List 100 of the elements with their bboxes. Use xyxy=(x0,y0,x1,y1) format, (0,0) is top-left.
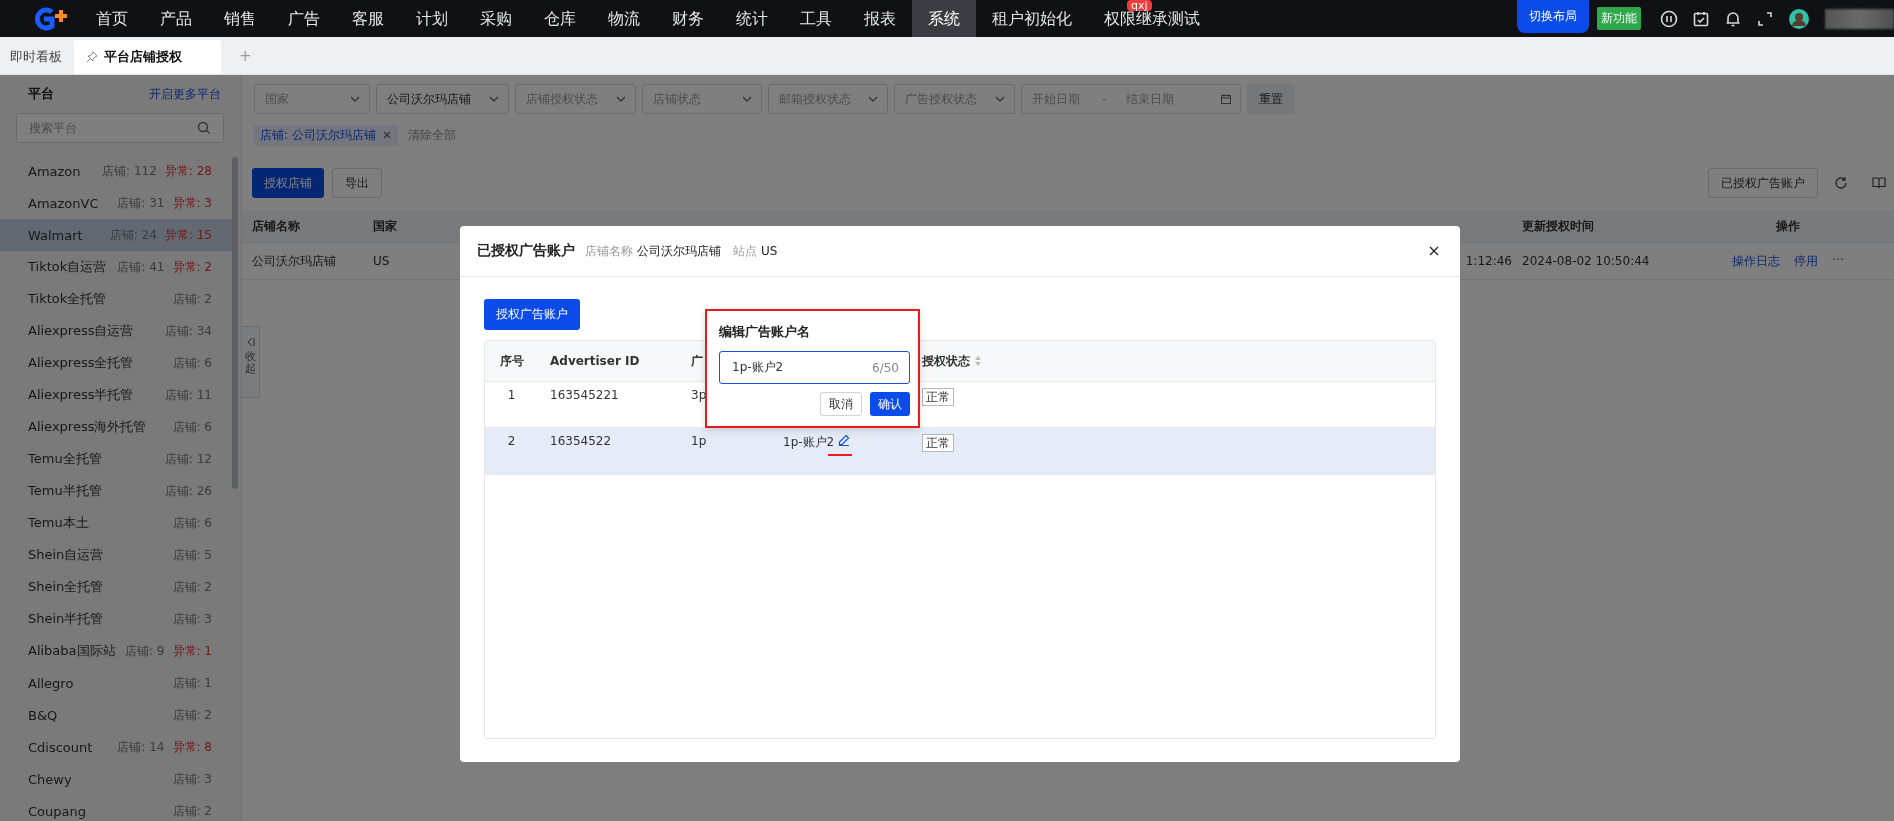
store-count: 店铺: 9 xyxy=(125,642,165,660)
confirm-button[interactable]: 确认 xyxy=(870,392,910,416)
abnormal-count: 异常: 1 xyxy=(172,642,212,660)
field-label: 站点 xyxy=(733,242,757,260)
nav-menu-item[interactable]: 销售 xyxy=(208,0,272,37)
nav-menu-item[interactable]: 系统 xyxy=(912,0,976,37)
collapse-handle[interactable]: 收起 xyxy=(242,326,260,398)
avatar-icon[interactable] xyxy=(1788,7,1810,30)
ad-accounts-button[interactable]: 已授权广告账户 xyxy=(1708,168,1818,198)
platform-item[interactable]: Chewy 店铺: 3 xyxy=(0,763,234,795)
column-header: 店铺名称 xyxy=(251,217,301,235)
filter-select[interactable]: 公司沃尔玛店铺 xyxy=(376,84,509,114)
cancel-button[interactable]: 取消 xyxy=(820,392,862,416)
platform-name: Coupang xyxy=(28,803,87,819)
store-count: 店铺: 14 xyxy=(117,738,165,756)
column-header: 更新授权时间 xyxy=(1521,217,1595,235)
pause-circle-icon[interactable] xyxy=(1660,9,1678,28)
store-count: 店铺: 1 xyxy=(172,674,212,692)
status-tag: 正常 xyxy=(922,388,954,406)
nav-menu-item[interactable]: 产品 xyxy=(144,0,208,37)
platform-item[interactable]: Shein全托管 店铺: 2 xyxy=(0,571,234,603)
platform-item[interactable]: Shein半托管 店铺: 3 xyxy=(0,603,234,635)
action-link[interactable]: 停用 xyxy=(1794,252,1819,270)
nav-menu-item[interactable]: 报表 xyxy=(848,0,912,37)
abnormal-count: 异常: 8 xyxy=(172,738,212,756)
platform-name: Walmart xyxy=(28,227,84,243)
platform-name: Temu本土 xyxy=(28,514,90,532)
store-count: 店铺: 26 xyxy=(164,482,212,500)
table-cell-text: 公司沃尔玛店铺 xyxy=(251,252,337,270)
table-cell-text: 1 xyxy=(506,388,517,402)
book-icon[interactable] xyxy=(1872,176,1886,190)
authorize-store-button[interactable]: 授权店铺 xyxy=(252,168,324,198)
abnormal-count: 异常: 2 xyxy=(172,258,212,276)
nav-menu-item[interactable]: 客服 xyxy=(336,0,400,37)
page-tab[interactable]: 即时看板 xyxy=(0,40,72,74)
action-link[interactable]: ··· xyxy=(1832,252,1844,270)
close-icon[interactable] xyxy=(1428,245,1440,257)
platform-name: Amazon xyxy=(28,163,82,179)
nav-menu-item[interactable]: 仓库 xyxy=(528,0,592,37)
store-count: 店铺: 112 xyxy=(102,162,157,180)
platform-name: Aliexpress全托管 xyxy=(28,354,135,372)
chevron-left-icon xyxy=(246,337,255,347)
store-count: 店铺: 3 xyxy=(172,770,212,788)
fullscreen-icon[interactable] xyxy=(1756,9,1774,28)
more-platforms-link[interactable]: 开启更多平台 xyxy=(149,85,221,103)
calendar-check-icon[interactable] xyxy=(1692,9,1710,28)
sidebar-title: 平台 xyxy=(28,85,54,103)
calendar-icon xyxy=(1220,93,1232,105)
platform-item[interactable]: Alibaba国际站 店铺: 9 异常: 1 xyxy=(0,635,234,667)
status-tag: 正常 xyxy=(922,434,954,452)
abnormal-count: 异常: 15 xyxy=(164,226,212,244)
nav-menu-item[interactable]: 首页 xyxy=(80,0,144,37)
reset-button[interactable]: 重置 xyxy=(1247,84,1295,114)
page-tab[interactable]: 平台店铺授权 xyxy=(74,40,221,74)
dialog-title: 已授权广告账户 xyxy=(477,242,575,260)
bell-icon[interactable] xyxy=(1724,9,1742,28)
switch-layout-button[interactable]: 切换布局 xyxy=(1517,0,1589,33)
platform-name: Cdiscount xyxy=(28,739,94,755)
platform-item[interactable]: Coupang 店铺: 2 xyxy=(0,795,234,821)
store-count: 店铺: 5 xyxy=(172,546,212,564)
platform-item[interactable]: Cdiscount 店铺: 14 异常: 8 xyxy=(0,731,234,763)
nav-menu-item[interactable]: 租户初始化 xyxy=(976,0,1088,37)
store-count: 店铺: 2 xyxy=(172,706,212,724)
pencil-icon[interactable] xyxy=(838,434,851,446)
store-count: 店铺: 2 xyxy=(172,290,212,308)
nav-menu-item[interactable]: 物流 xyxy=(592,0,656,37)
input-field[interactable]: 1p-账户2 6/50 xyxy=(719,351,910,384)
platform-item[interactable]: Allegro 店铺: 1 xyxy=(0,667,234,699)
platform-item[interactable]: Shein自运营 店铺: 5 xyxy=(0,539,234,571)
platform-name: Aliexpress半托管 xyxy=(28,386,135,404)
refresh-icon[interactable] xyxy=(1834,176,1848,190)
platform-name: Tiktok自运营 xyxy=(28,258,108,276)
new-feature-badge[interactable]: 新功能 xyxy=(1597,7,1641,30)
authorize-ad-account-button[interactable]: 授权广告账户 xyxy=(484,299,580,330)
nav-menu-item[interactable]: 统计 xyxy=(720,0,784,37)
action-link[interactable]: 操作日志 xyxy=(1732,252,1781,270)
nav-menu-item[interactable]: 计划 xyxy=(400,0,464,37)
abnormal-count: 异常: 28 xyxy=(164,162,212,180)
nav-menu-item[interactable]: 财务 xyxy=(656,0,720,37)
store-count: 店铺: 11 xyxy=(164,386,212,404)
scrollbar-thumb[interactable] xyxy=(232,157,238,489)
nav-menu-item[interactable]: 工具 xyxy=(784,0,848,37)
clear-all-link[interactable]: 清除全部 xyxy=(407,126,456,144)
store-count: 店铺: 2 xyxy=(172,802,212,820)
nav-menu-item[interactable]: 采购 xyxy=(464,0,528,37)
store-count: 店铺: 6 xyxy=(172,354,212,372)
platform-name: Allegro xyxy=(28,675,75,691)
annotation-underline xyxy=(828,454,852,456)
nav-menu-item[interactable]: 广告 xyxy=(272,0,336,37)
character-counter: 6/50 xyxy=(872,360,899,375)
table-cell: 1p-账户2 xyxy=(783,434,835,451)
platform-item[interactable]: Temu本土 店铺: 6 xyxy=(0,507,234,539)
export-button[interactable]: 导出 xyxy=(332,168,382,198)
nav-menu-item[interactable]: 权限继承测试 xyxy=(1088,11,1216,37)
table-row[interactable]: 2 16354522 1p 1p-账户2 正常 xyxy=(485,428,1435,475)
platform-name: B&Q xyxy=(28,707,59,723)
filter-tag[interactable]: 店铺: 公司沃尔玛店铺 xyxy=(254,124,398,146)
table-cell-text: US xyxy=(372,254,391,268)
platform-item[interactable]: B&Q 店铺: 2 xyxy=(0,699,234,731)
add-tab-button[interactable]: + xyxy=(239,47,252,65)
